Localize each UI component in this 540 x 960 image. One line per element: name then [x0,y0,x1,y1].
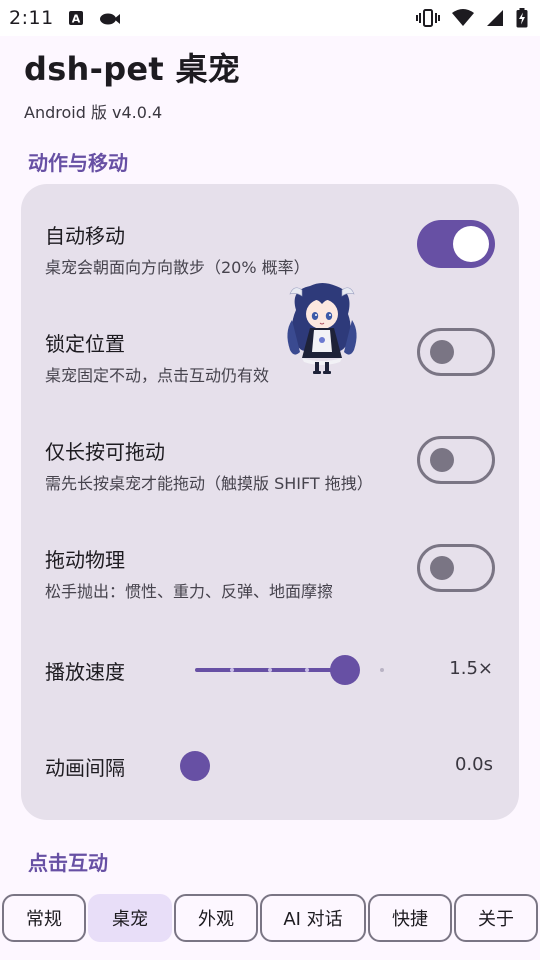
lock-position-switch[interactable] [417,328,495,376]
switch-thumb [430,448,454,472]
tab-appearance[interactable]: 外观 [174,894,258,942]
setting-description: 松手抛出：惯性、重力、反弹、地面摩擦 [45,582,334,601]
tab-general[interactable]: 常规 [2,894,86,942]
slider-label: 播放速度 [45,660,125,684]
slider-thumb[interactable] [180,751,210,781]
page-title: dsh-pet 桌宠 [24,50,241,88]
battery-charging-icon [516,8,528,28]
switch-thumb [430,340,454,364]
slider-thumb[interactable] [330,655,361,685]
auto-move-switch[interactable] [417,220,495,268]
setting-title: 自动移动 [45,224,125,248]
slider-label: 动画间隔 [45,756,125,780]
setting-drag-physics[interactable]: 拖动物理 松手抛出：惯性、重力、反弹、地面摩擦 [21,544,519,624]
slider-tick [379,668,384,672]
setting-description: 桌宠固定不动，点击互动仍有效 [45,366,270,385]
long-press-drag-switch[interactable] [417,436,495,484]
text-a-icon: A [68,10,84,26]
drag-physics-switch[interactable] [417,544,495,592]
setting-long-press-drag[interactable]: 仅长按可拖动 需先长按桌宠才能拖动（触摸版 SHIFT 拖拽） [21,436,519,516]
playback-speed-slider[interactable] [195,655,419,685]
tab-pet[interactable]: 桌宠 [88,894,172,942]
slider-tick [305,668,309,672]
tab-ai-chat[interactable]: AI 对话 [260,894,366,942]
bottom-navigation: 常规 桌宠 外观 AI 对话 快捷 关于 [0,876,540,960]
section-title-interaction: 点击互动 [28,851,108,875]
tab-about[interactable]: 关于 [454,894,538,942]
setting-auto-move[interactable]: 自动移动 桌宠会朝面向方向散步（20% 概率） [21,220,519,300]
setting-lock-position[interactable]: 锁定位置 桌宠固定不动，点击互动仍有效 [21,328,519,408]
desktop-pet-sprite[interactable] [282,280,362,376]
slider-value: 0.0s [454,754,493,775]
tab-shortcuts[interactable]: 快捷 [368,894,452,942]
cloud-icon [98,11,120,25]
signal-icon [486,9,504,27]
setting-title: 拖动物理 [45,548,125,572]
switch-thumb [430,556,454,580]
vibrate-icon [416,9,440,27]
section-title-motion: 动作与移动 [28,151,128,175]
playback-speed-row: 播放速度 1.5× [21,650,519,690]
motion-settings-card: 自动移动 桌宠会朝面向方向散步（20% 概率） 锁定位置 桌宠固定不动，点击互动… [21,184,519,820]
status-time: 2:11 [9,7,54,29]
slider-tick [267,668,272,672]
wifi-icon [452,9,474,27]
setting-title: 锁定位置 [45,332,125,356]
slider-value: 1.5× [449,658,493,679]
setting-description: 需先长按桌宠才能拖动（触摸版 SHIFT 拖拽） [45,474,373,493]
status-bar: 2:11 A [0,0,540,36]
animation-interval-row: 动画间隔 0.0s [21,746,519,786]
svg-text:A: A [71,13,80,26]
animation-interval-slider[interactable] [180,751,419,781]
setting-title: 仅长按可拖动 [45,440,165,464]
setting-description: 桌宠会朝面向方向散步（20% 概率） [45,258,310,277]
app-version: Android 版 v4.0.4 [24,103,163,122]
switch-thumb [453,226,489,262]
